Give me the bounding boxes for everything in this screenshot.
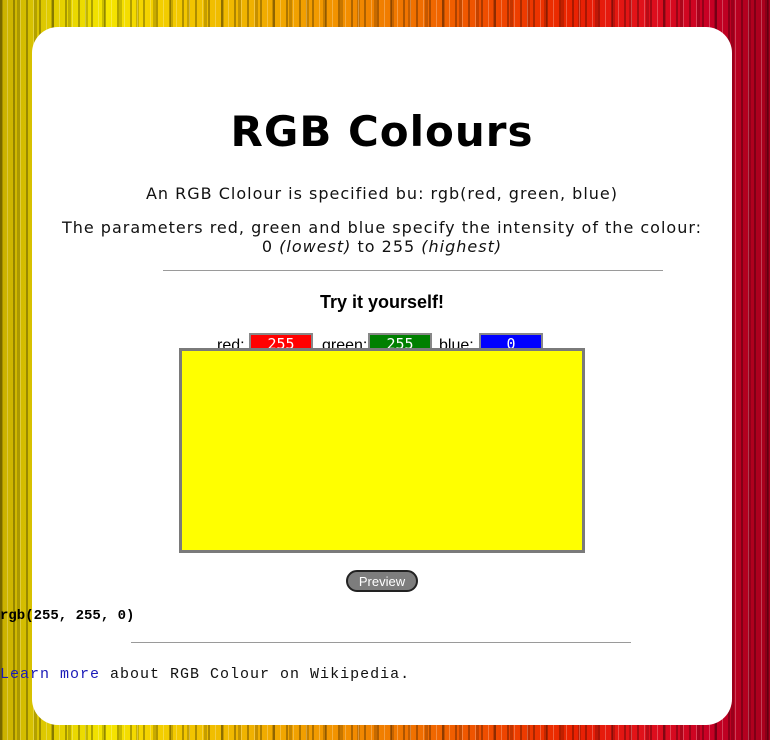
- parameters-text: The parameters red, green and blue speci…: [32, 218, 732, 256]
- divider-bottom: [131, 642, 631, 643]
- range-low-value: 0: [261, 237, 274, 256]
- parameters-description: The parameters red, green and blue speci…: [61, 218, 703, 237]
- footer-rest-text: about RGB Colour on Wikipedia.: [110, 666, 411, 683]
- try-it-heading: Try it yourself!: [319, 292, 445, 312]
- rgb-output: rgb(255, 255, 0): [0, 608, 135, 624]
- range-low-note: (lowest): [279, 237, 352, 256]
- intro-text: An RGB Clolour is specified bu: rgb(red,…: [145, 184, 619, 203]
- page-title: RGB Colours: [230, 107, 534, 156]
- range-high-value: 255: [381, 237, 416, 256]
- colour-preview-box: [179, 348, 585, 553]
- footer-text: Learn more about RGB Colour on Wikipedia…: [0, 666, 770, 683]
- divider-top: [163, 270, 663, 271]
- preview-button[interactable]: Preview: [346, 570, 418, 592]
- range-high-note: (highest): [421, 237, 503, 256]
- learn-more-link[interactable]: Learn more: [0, 666, 100, 683]
- range-to: to: [357, 237, 376, 256]
